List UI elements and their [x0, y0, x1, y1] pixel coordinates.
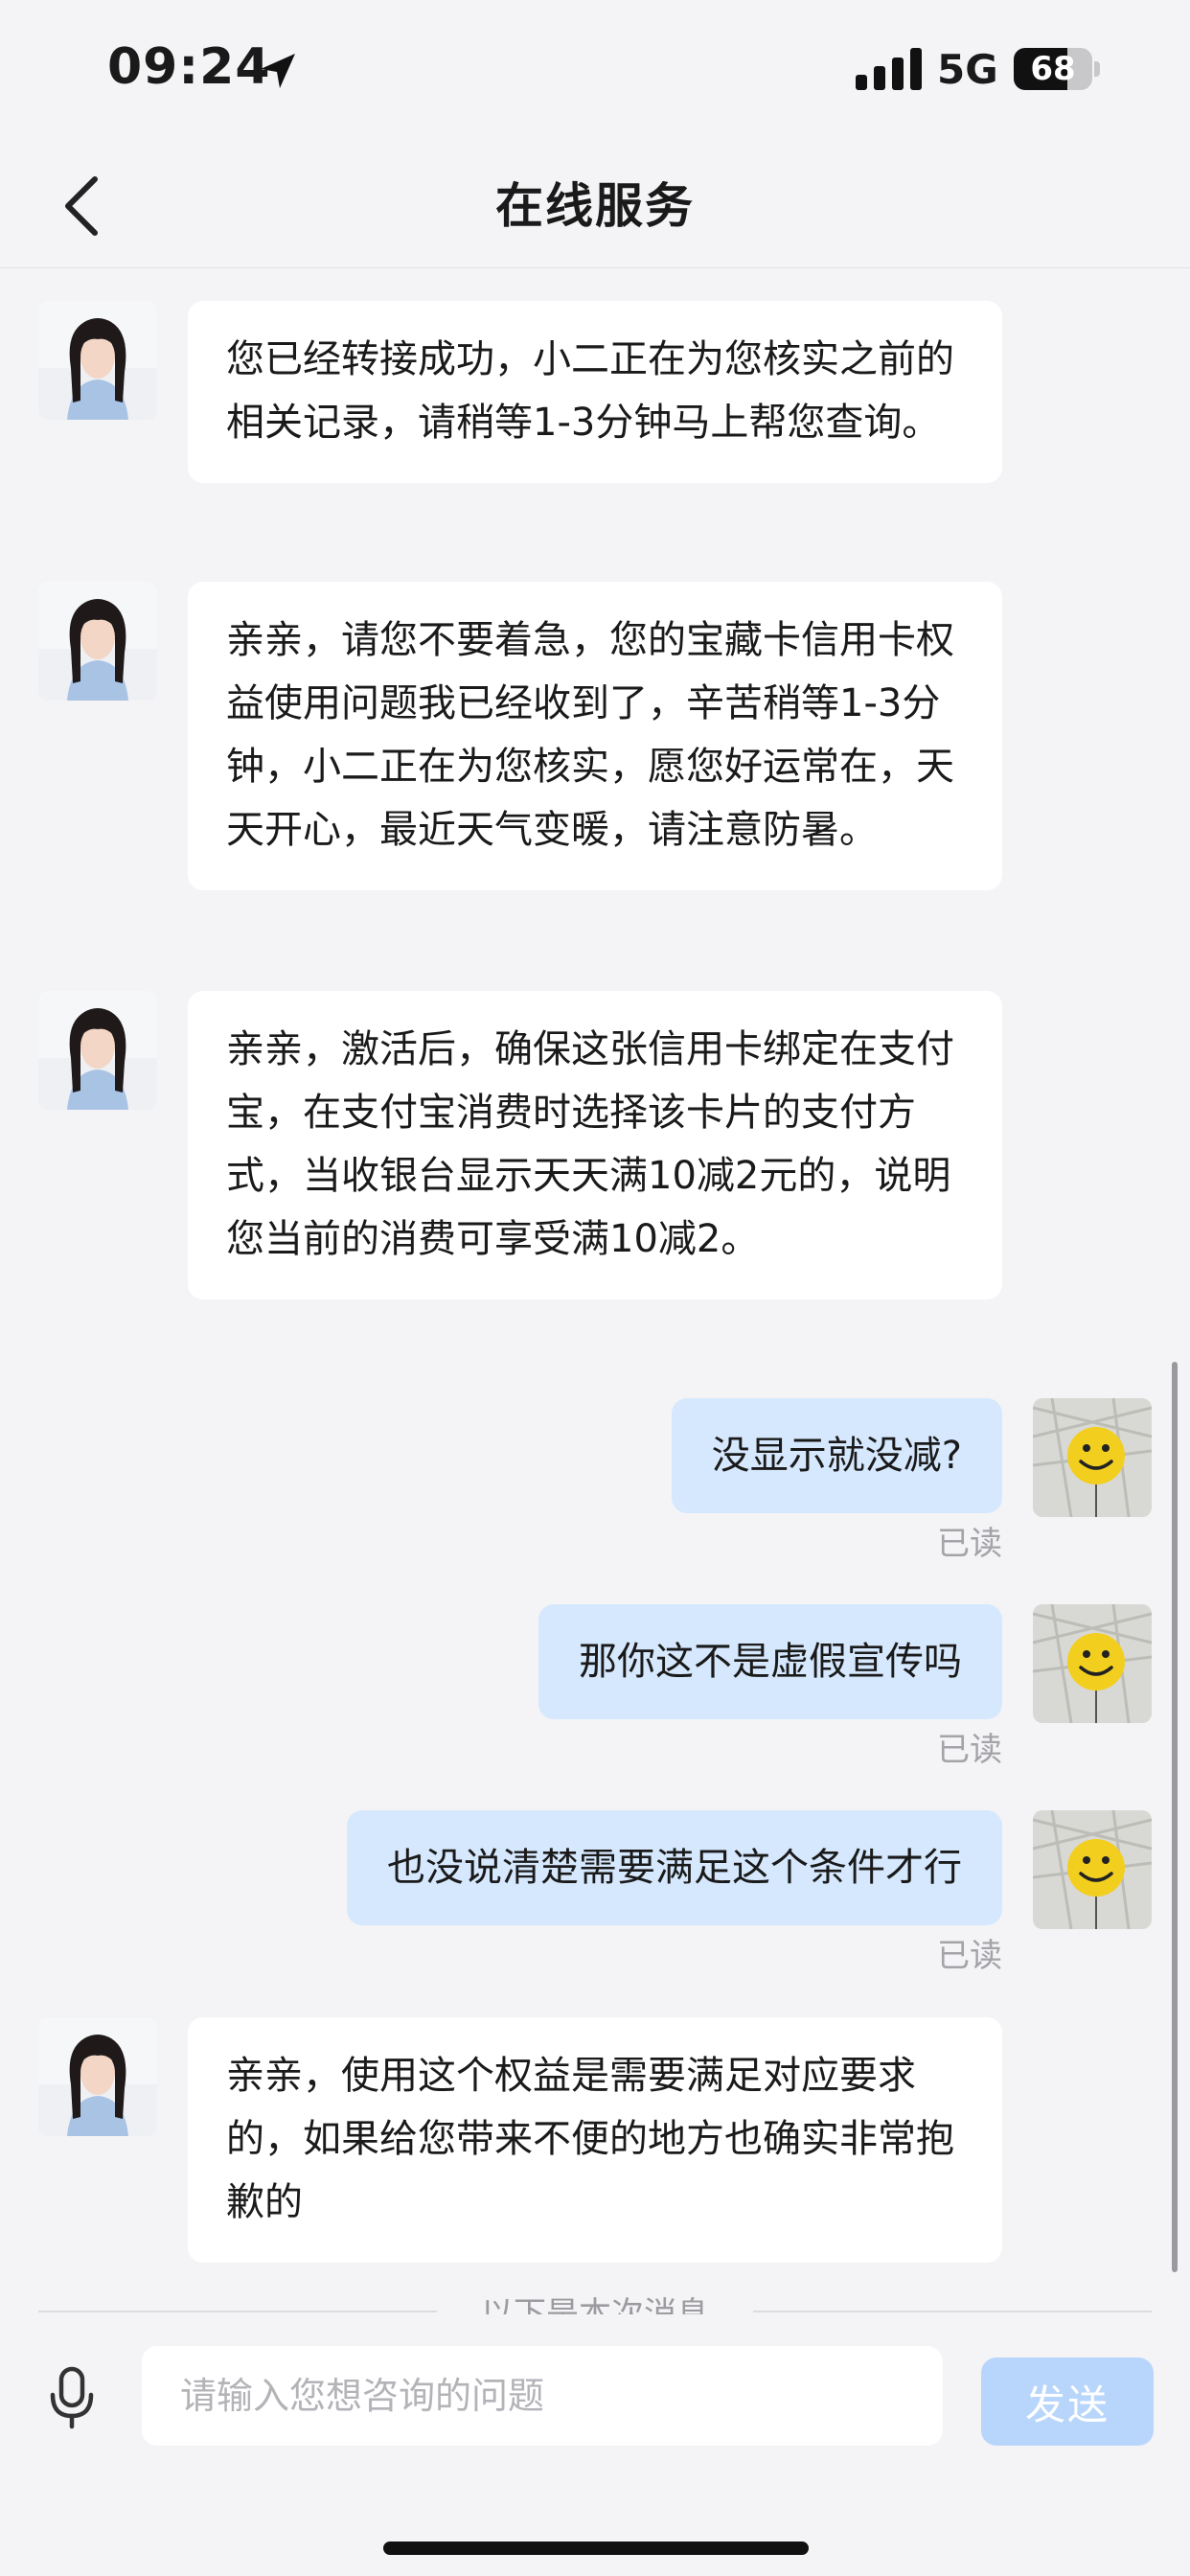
- user-message: 那你这不是虚假宣传吗: [538, 1604, 1002, 1719]
- agent-avatar[interactable]: [38, 301, 157, 420]
- agent-message: 您已经转接成功，小二正在为您核实之前的相关记录，请稍等1-3分钟马上帮您查询。: [188, 301, 1002, 483]
- user-message: 没显示就没减?: [671, 1398, 1002, 1513]
- agent-message: 亲亲，使用这个权益是需要满足对应要求的，如果给您带来不便的地方也确实非常抱歉的: [188, 2017, 1002, 2263]
- status-time: 09:24: [107, 38, 271, 96]
- page-title: 在线服务: [495, 178, 695, 234]
- nav-bar: 在线服务: [0, 144, 1190, 268]
- agent-message: 亲亲，请您不要着急，您的宝藏卡信用卡权益使用问题我已经收到了，辛苦稍等1-3分钟…: [188, 582, 1002, 890]
- agent-avatar[interactable]: [38, 582, 157, 701]
- location-arrow-icon: [261, 54, 295, 88]
- battery-cap: [1094, 61, 1100, 77]
- battery-level: 68: [1030, 50, 1076, 88]
- voice-input-button[interactable]: [38, 2359, 105, 2436]
- read-receipt: 已读: [937, 1525, 1002, 1563]
- message-list[interactable]: 您已经转接成功，小二正在为您核实之前的相关记录，请稍等1-3分钟马上帮您查询。 …: [0, 269, 1190, 2311]
- chevron-left-icon: [65, 176, 98, 236]
- network-type: 5G: [937, 46, 998, 93]
- read-receipt: 已读: [937, 1731, 1002, 1769]
- signal-bars-icon: [856, 48, 922, 90]
- chat-screen: 09:24 5G 68 在线服务 您已经转接成功，小二正在为您核实之前的相关记录…: [0, 0, 1190, 2576]
- scrollbar[interactable]: [1172, 1362, 1178, 2272]
- user-avatar[interactable]: [1033, 1398, 1152, 1517]
- history-divider: 以下是本次消息: [38, 2276, 1152, 2314]
- message-input[interactable]: [142, 2346, 943, 2446]
- battery-indicator: 68: [1014, 48, 1092, 90]
- read-receipt: 已读: [937, 1937, 1002, 1975]
- input-bar: 发送: [0, 2319, 1190, 2576]
- user-message: 也没说清楚需要满足这个条件才行: [347, 1810, 1002, 1925]
- home-indicator: [383, 2542, 809, 2555]
- user-avatar[interactable]: [1033, 1810, 1152, 1929]
- divider-line-right: [753, 2311, 1152, 2312]
- user-avatar[interactable]: [1033, 1604, 1152, 1723]
- agent-avatar[interactable]: [38, 991, 157, 1110]
- agent-avatar[interactable]: [38, 2017, 157, 2136]
- send-button[interactable]: 发送: [981, 2358, 1154, 2446]
- back-button[interactable]: [48, 163, 115, 249]
- agent-message: 亲亲，激活后，确保这张信用卡绑定在支付宝，在支付宝消费时选择该卡片的支付方式，当…: [188, 991, 1002, 1300]
- status-bar: 09:24 5G 68: [0, 0, 1190, 144]
- microphone-icon: [50, 2366, 94, 2429]
